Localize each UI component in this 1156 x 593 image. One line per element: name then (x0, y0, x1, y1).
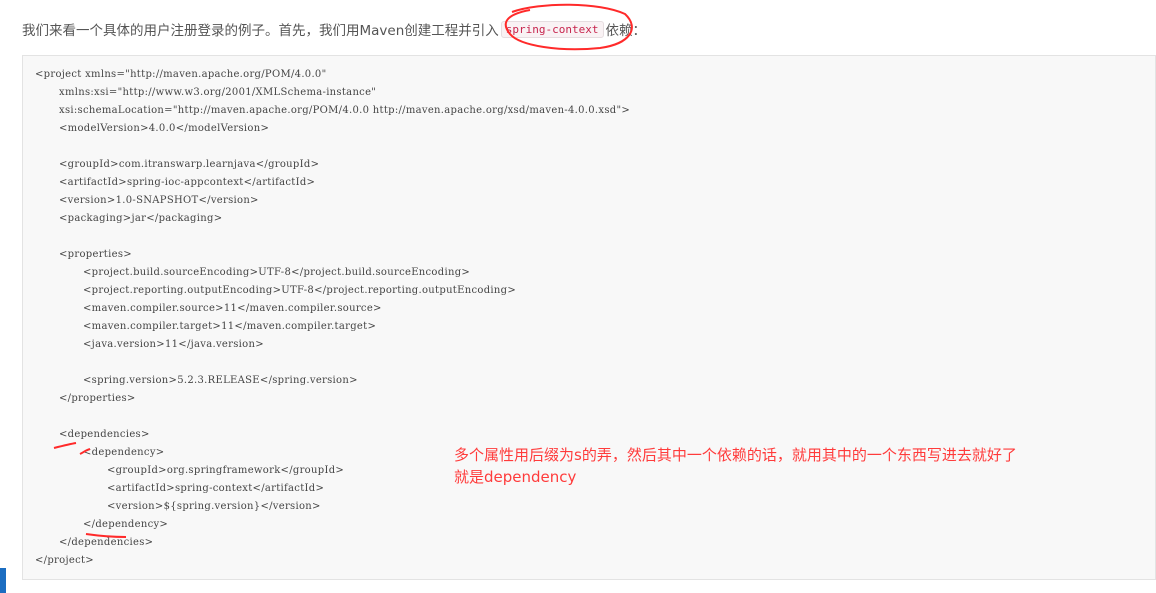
code-line: <groupId>org.springframework</groupId> (107, 465, 345, 476)
intro-paragraph: 我们来看一个具体的用户注册登录的例子。首先，我们用Maven创建工程并引入 sp… (22, 18, 646, 40)
code-line: <project.reporting.outputEncoding>UTF-8<… (83, 285, 517, 296)
code-line: </dependency> (83, 519, 169, 530)
code-line: <dependencies> (59, 429, 150, 440)
code-line: <maven.compiler.target>11</maven.compile… (83, 321, 377, 332)
code-line: <packaging>jar</packaging> (59, 213, 223, 224)
code-line: </project> (35, 555, 94, 566)
code-block: <project xmlns="http://maven.apache.org/… (22, 55, 1156, 580)
code-line: <project xmlns="http://maven.apache.org/… (35, 69, 327, 80)
code-line: <spring.version>5.2.3.RELEASE</spring.ve… (83, 375, 358, 386)
inline-code-spring-context: spring-context (500, 20, 604, 38)
code-line: xmlns:xsi="http://www.w3.org/2001/XMLSch… (59, 87, 377, 98)
intro-text: 我们来看一个具体的用户注册登录的例子。首先，我们用Maven创建工程并引入 (22, 23, 499, 39)
code-line: </dependencies> (59, 537, 154, 548)
code-line: <dependency> (83, 447, 165, 458)
code-line: <modelVersion>4.0.0</modelVersion> (59, 123, 270, 134)
left-accent-bar (0, 568, 6, 593)
note-line-1: 多个属性用后缀为s的弄，然后其中一个依赖的话，就用其中的一个东西写进去就好了 (454, 446, 1017, 464)
handwritten-note: 多个属性用后缀为s的弄，然后其中一个依赖的话，就用其中的一个东西写进去就好了 就… (454, 444, 1094, 488)
code-line: <maven.compiler.source>11</maven.compile… (83, 303, 382, 314)
code-line: <version>1.0-SNAPSHOT</version> (59, 195, 259, 206)
intro-suffix: 依赖： (605, 23, 647, 39)
code-line: <groupId>com.itranswarp.learnjava</group… (59, 159, 320, 170)
code-line: </properties> (59, 393, 136, 404)
code-line: <properties> (59, 249, 132, 260)
code-line: <project.build.sourceEncoding>UTF-8</pro… (83, 267, 471, 278)
code-line: <artifactId>spring-ioc-appcontext</artif… (59, 177, 316, 188)
code-line: <version>${spring.version}</version> (107, 501, 321, 512)
code-line: xsi:schemaLocation="http://maven.apache.… (59, 105, 631, 116)
code-line: <artifactId>spring-context</artifactId> (107, 483, 325, 494)
code-line: <java.version>11</java.version> (83, 339, 264, 350)
note-line-2: 就是dependency (454, 468, 577, 486)
